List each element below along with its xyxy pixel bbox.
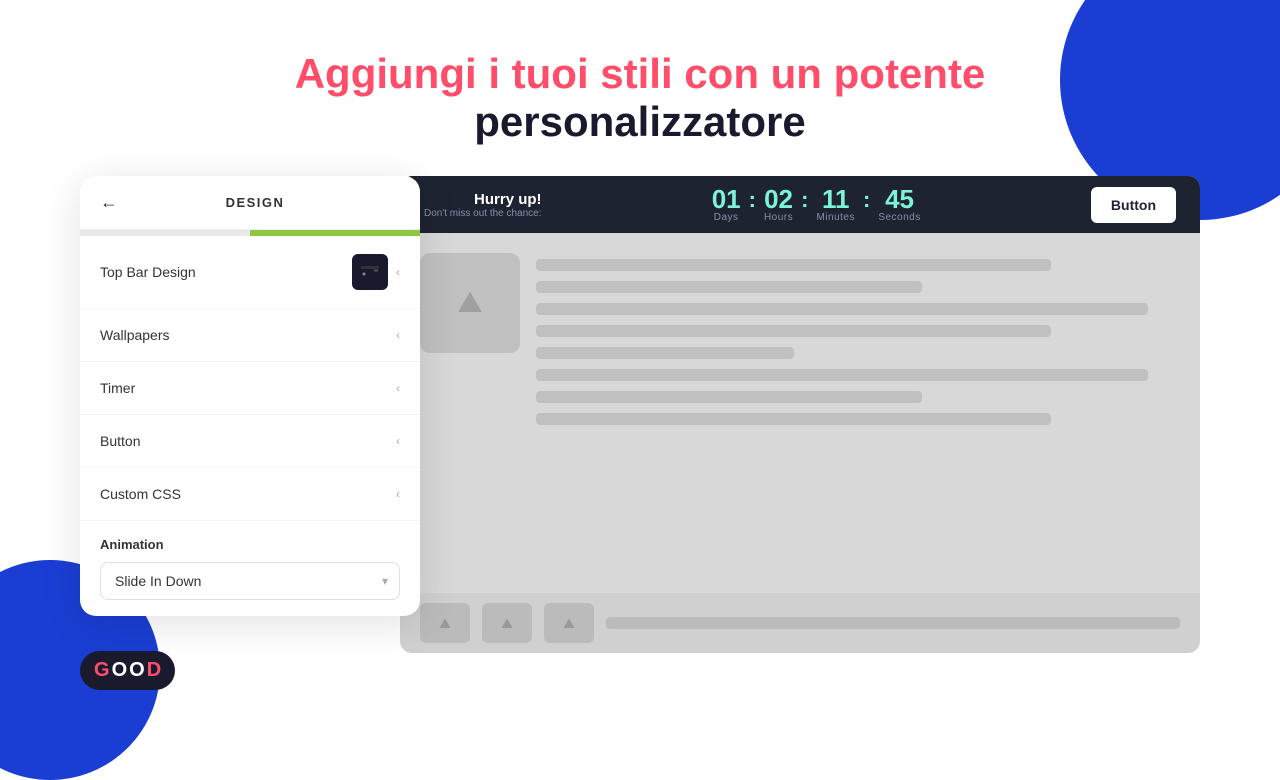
- item-label-top-bar-design: Top Bar Design: [100, 264, 196, 280]
- item-label-button: Button: [100, 433, 140, 449]
- progress-seg-2: [165, 230, 250, 236]
- image-icon: ⛰: [457, 286, 482, 320]
- countdown-cta-button[interactable]: Button: [1091, 187, 1176, 223]
- preview-image-placeholder: ⛰: [420, 253, 520, 353]
- hero-title-line1: Aggiungi i tuoi stili con un potente: [0, 50, 1280, 98]
- thumbnail-item: ⛰: [482, 603, 532, 643]
- panel-header: ← DESIGN: [80, 176, 420, 230]
- timer-colon-3: :: [863, 187, 870, 213]
- preview-area: Hurry up! Don't miss out the chance: 01 …: [400, 176, 1200, 653]
- countdown-bar: Hurry up! Don't miss out the chance: 01 …: [400, 176, 1200, 233]
- timer-seconds-number: 45: [878, 186, 920, 212]
- animation-select-wrapper: Slide In Down Slide In Up Fade In Bounce…: [100, 562, 400, 600]
- logo-letter-o2: O: [129, 659, 145, 682]
- timer-days-label: Days: [712, 212, 741, 223]
- preview-line: [536, 391, 922, 403]
- preview-line: [536, 347, 794, 359]
- thumbnail-item: ⛰: [420, 603, 470, 643]
- countdown-subtitle: Don't miss out the chance:: [424, 208, 542, 219]
- timer-days-number: 01: [712, 186, 741, 212]
- item-chevron: ‹: [396, 265, 400, 279]
- list-item[interactable]: Top Bar Design ‹: [80, 236, 420, 309]
- preview-line: [536, 259, 1051, 271]
- list-item[interactable]: Wallpapers ‹: [80, 309, 420, 362]
- logo-letter-d: D: [147, 659, 161, 682]
- animation-select[interactable]: Slide In Down Slide In Up Fade In Bounce…: [100, 562, 400, 600]
- timer-days: 01 Days: [712, 186, 741, 223]
- animation-label: Animation: [100, 537, 400, 552]
- preview-line: [536, 369, 1148, 381]
- logo-letter-g: G: [94, 659, 110, 682]
- timer-minutes: 11 Minutes: [816, 186, 855, 223]
- item-icon-group: ‹: [352, 254, 400, 290]
- item-label-wallpapers: Wallpapers: [100, 327, 170, 343]
- list-item[interactable]: Timer ‹: [80, 362, 420, 415]
- main-content: ← DESIGN Top Bar Design: [0, 176, 1280, 653]
- timer-colon-2: :: [801, 187, 808, 213]
- timer-seconds-label: Seconds: [878, 212, 920, 223]
- item-chevron: ‹: [396, 328, 400, 342]
- timer-colon-1: :: [749, 187, 756, 213]
- progress-seg-4: [335, 230, 420, 236]
- item-label-timer: Timer: [100, 380, 135, 396]
- progress-seg-3: [250, 230, 335, 236]
- design-panel: ← DESIGN Top Bar Design: [80, 176, 420, 616]
- thumbnail-item: ⛰: [544, 603, 594, 643]
- item-label-custom-css: Custom CSS: [100, 486, 181, 502]
- list-item[interactable]: Custom CSS ‹: [80, 468, 420, 521]
- logo-container: G O O D: [80, 651, 175, 690]
- progress-seg-1: [80, 230, 165, 236]
- hero-header: Aggiungi i tuoi stili con un potente per…: [0, 0, 1280, 146]
- preview-thumbnails: ⛰ ⛰ ⛰: [400, 593, 1200, 653]
- thumbnail-bar: [606, 617, 1180, 629]
- panel-items-list: Top Bar Design ‹ Wallpapers: [80, 236, 420, 521]
- timer-hours: 02 Hours: [764, 186, 793, 223]
- preview-line: [536, 303, 1148, 315]
- timer-hours-number: 02: [764, 186, 793, 212]
- logo: G O O D: [80, 651, 175, 690]
- preview-text-lines: [536, 253, 1180, 573]
- timer-seconds: 45 Seconds: [878, 186, 920, 223]
- preview-line: [536, 281, 922, 293]
- animation-section: Animation Slide In Down Slide In Up Fade…: [80, 521, 420, 616]
- logo-letter-o1: O: [112, 659, 128, 682]
- countdown-text-group: Hurry up! Don't miss out the chance:: [424, 191, 542, 219]
- preview-content: ⛰: [400, 233, 1200, 593]
- progress-bar: [80, 230, 420, 236]
- timer-hours-label: Hours: [764, 212, 793, 223]
- item-chevron: ‹: [396, 487, 400, 501]
- item-thumb: [352, 254, 388, 290]
- panel-title: DESIGN: [134, 195, 400, 210]
- countdown-timer: 01 Days : 02 Hours : 11 Minutes : 45 Sec…: [558, 186, 1075, 223]
- list-item[interactable]: Button ‹: [80, 415, 420, 468]
- preview-line: [536, 413, 1051, 425]
- item-chevron: ‹: [396, 434, 400, 448]
- preview-line: [536, 325, 1051, 337]
- item-chevron: ‹: [396, 381, 400, 395]
- timer-minutes-number: 11: [816, 186, 855, 212]
- timer-minutes-label: Minutes: [816, 212, 855, 223]
- hurry-label: Hurry up!: [424, 191, 542, 208]
- hero-title-line2: personalizzatore: [0, 98, 1280, 146]
- back-button[interactable]: ←: [100, 192, 118, 213]
